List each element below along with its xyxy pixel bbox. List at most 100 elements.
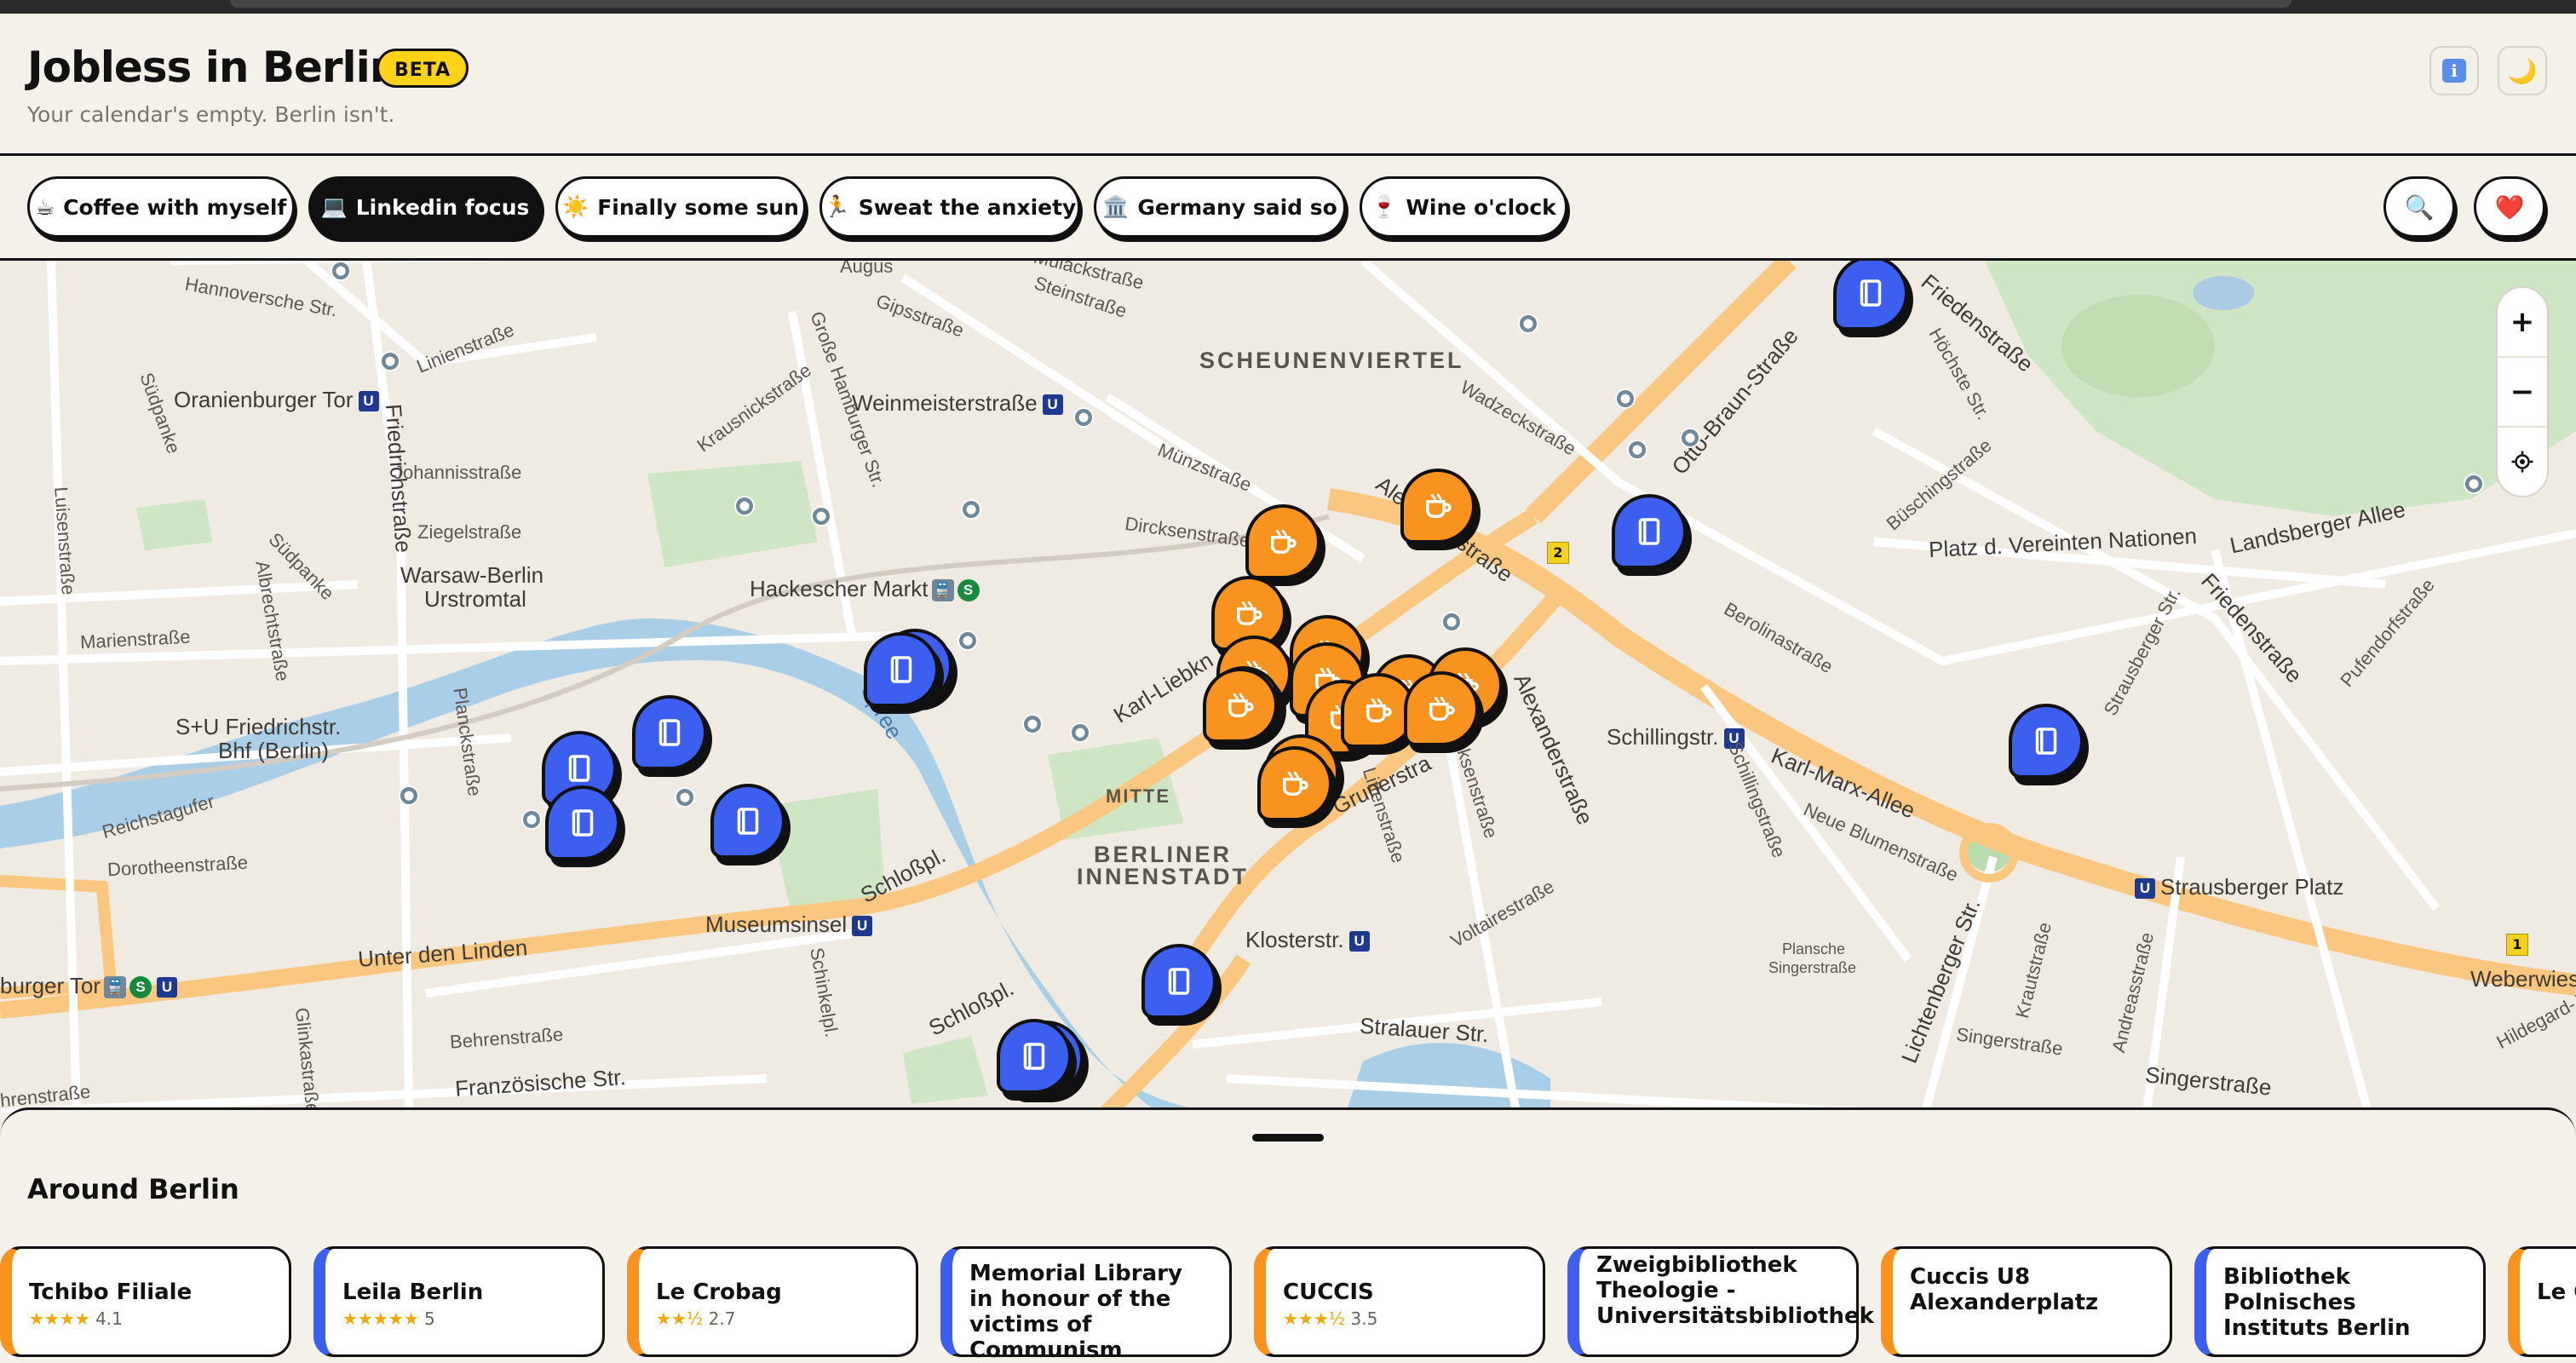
bus-stop-icon: ⬤ (811, 506, 831, 526)
bus-stop-icon: ⬤ (1518, 313, 1538, 334)
page-title: Jobless in Berlin (27, 43, 400, 92)
laptop-icon: 💻 (320, 194, 348, 219)
route-badge: 1 (2506, 934, 2528, 956)
library-pin[interactable] (1141, 944, 1216, 1019)
street-label: Augus (840, 261, 894, 277)
info-button[interactable]: i (2429, 46, 2479, 95)
area-label: Singerstraße (1768, 959, 1857, 976)
coffee-cup-icon (1426, 493, 1452, 518)
place-rating: ★★★½ 3.5 (1283, 1308, 1378, 1329)
cafe-pin[interactable] (1245, 504, 1320, 579)
zoom-in-button[interactable]: + (2498, 288, 2547, 356)
bus-stop-icon: ⬤ (1615, 388, 1636, 409)
library-pin[interactable] (864, 632, 939, 707)
locate-button[interactable] (2498, 426, 2547, 496)
place-card[interactable]: Zweigbibliothek Theologie - Universitäts… (1567, 1246, 1874, 1357)
library-pin[interactable] (545, 785, 620, 860)
chip-label: Coffee with myself (63, 194, 287, 220)
sun-icon: ☀️ (562, 194, 589, 219)
place-name: Zweigbibliothek Theologie - Universitäts… (1596, 1252, 1874, 1329)
station-label: Museumsinsel U (705, 912, 873, 938)
place-card[interactable]: Tchibo Filiale ★★★★ 4.1 (0, 1246, 291, 1357)
library-pin[interactable] (2009, 704, 2084, 779)
chip-label: Wine o'clock (1406, 194, 1556, 220)
map[interactable]: SCHEUNENVIERTEL MITTE BERLINER INNENSTAD… (0, 261, 2576, 1113)
district-label: MITTE (1106, 785, 1170, 807)
chip-finally-some-sun[interactable]: ☀️ Finally some sun (555, 176, 806, 238)
place-name: Memorial Library in honour of the victim… (969, 1261, 1182, 1363)
street-label: Ziegelstraße (417, 521, 522, 543)
place-card[interactable]: CUCCIS ★★★½ 3.5 (1254, 1246, 1545, 1357)
bus-stop-icon: ⬤ (521, 809, 542, 830)
station-label: burger Tor 🚆 S U (0, 973, 178, 999)
area-label: Warsaw-Berlin (400, 562, 544, 588)
locate-icon (2511, 451, 2533, 473)
station-label: Bhf (Berlin) (218, 738, 330, 763)
chip-germany-said-so[interactable]: 🏛️ Germany said so (1094, 176, 1346, 238)
place-card[interactable]: Memorial Library in honour of the victim… (940, 1246, 1232, 1363)
book-icon (890, 656, 912, 683)
map-controls: + − (2496, 286, 2549, 497)
library-pin[interactable] (1612, 494, 1687, 569)
coffee-cup-icon (1228, 693, 1254, 717)
heart-icon: ❤️ (2494, 193, 2525, 221)
chip-coffee-with-myself[interactable]: ☕ Coffee with myself (27, 176, 295, 238)
theme-toggle-button[interactable]: 🌙 (2498, 46, 2547, 95)
wine-icon: 🍷 (1371, 194, 1398, 219)
coffee-cup-icon (1429, 696, 1455, 721)
station-label: Hackescher Markt 🚆 S (750, 576, 980, 602)
library-pin[interactable] (997, 1019, 1072, 1094)
chip-label: Finally some sun (597, 194, 799, 220)
page-subtitle: Your calendar's empty. Berlin isn't. (27, 102, 395, 127)
coffee-cup-icon (1283, 771, 1308, 796)
station-label: U Strausberger Platz (2135, 874, 2343, 900)
place-card[interactable]: Cuccis U8 Alexanderplatz (1881, 1246, 2172, 1357)
place-card[interactable]: Le C (2508, 1246, 2576, 1357)
chip-label: Linkedin focus (355, 194, 530, 220)
bus-stop-icon: ⬤ (961, 499, 981, 520)
sheet-drag-handle[interactable] (1252, 1134, 1324, 1142)
cafe-pin[interactable] (1400, 469, 1475, 543)
station-label: Klosterstr. U (1245, 927, 1370, 953)
book-icon (737, 808, 759, 835)
place-card[interactable]: Bibliothek Polnisches Instituts Berlin (2194, 1246, 2486, 1357)
browser-top-bar (0, 0, 2576, 14)
district-label: SCHEUNENVIERTEL (1199, 348, 1464, 373)
coffee-cup-icon (1237, 601, 1262, 625)
library-pin[interactable] (710, 784, 785, 859)
book-icon (1860, 279, 1882, 307)
place-name: Leila Berlin (342, 1280, 484, 1305)
runner-icon: 🏃 (823, 194, 850, 219)
coffee-cup-icon (1271, 529, 1297, 554)
place-card[interactable]: Le Crobag ★★½ 2.7 (627, 1246, 918, 1357)
search-button[interactable]: 🔍 (2383, 176, 2455, 238)
district-label: INNENSTADT (1077, 864, 1249, 889)
library-pin[interactable] (632, 695, 707, 770)
book-icon (1638, 518, 1660, 545)
favorites-button[interactable]: ❤️ (2474, 176, 2545, 238)
coffee-icon: ☕ (35, 194, 55, 220)
place-rating: ★★½ 2.7 (656, 1308, 736, 1329)
place-name: CUCCIS (1283, 1280, 1374, 1305)
chip-linkedin-focus[interactable]: 💻 Linkedin focus (308, 176, 542, 238)
sheet-title: Around Berlin (27, 1173, 239, 1205)
place-card[interactable]: Leila Berlin ★★★★★ 5 (313, 1246, 605, 1357)
area-label: Weberwiese (2470, 966, 2576, 992)
cafe-pin[interactable] (1257, 746, 1332, 821)
book-icon (658, 719, 681, 746)
cafe-pin[interactable] (1203, 668, 1278, 743)
zoom-out-button[interactable]: − (2498, 356, 2547, 426)
chip-wine-oclock[interactable]: 🍷 Wine o'clock (1360, 176, 1567, 238)
bus-stop-icon: ⬤ (675, 787, 695, 808)
route-badge: 2 (1547, 542, 1569, 564)
book-icon (2035, 728, 2057, 755)
moon-icon: 🌙 (2507, 56, 2538, 85)
bus-stop-icon: ⬤ (1070, 722, 1090, 743)
bus-stop-icon: ⬤ (1441, 612, 1462, 632)
place-name: Bibliothek Polnisches Instituts Berlin (2223, 1264, 2411, 1341)
cafe-pin[interactable] (1404, 671, 1479, 746)
beta-badge: BETA (377, 49, 469, 88)
app-header: Jobless in Berlin BETA Your calendar's e… (0, 14, 2576, 156)
chip-sweat-the-anxiety[interactable]: 🏃 Sweat the anxiety (819, 176, 1080, 238)
station-label: Oranienburger Tor U (174, 387, 379, 413)
